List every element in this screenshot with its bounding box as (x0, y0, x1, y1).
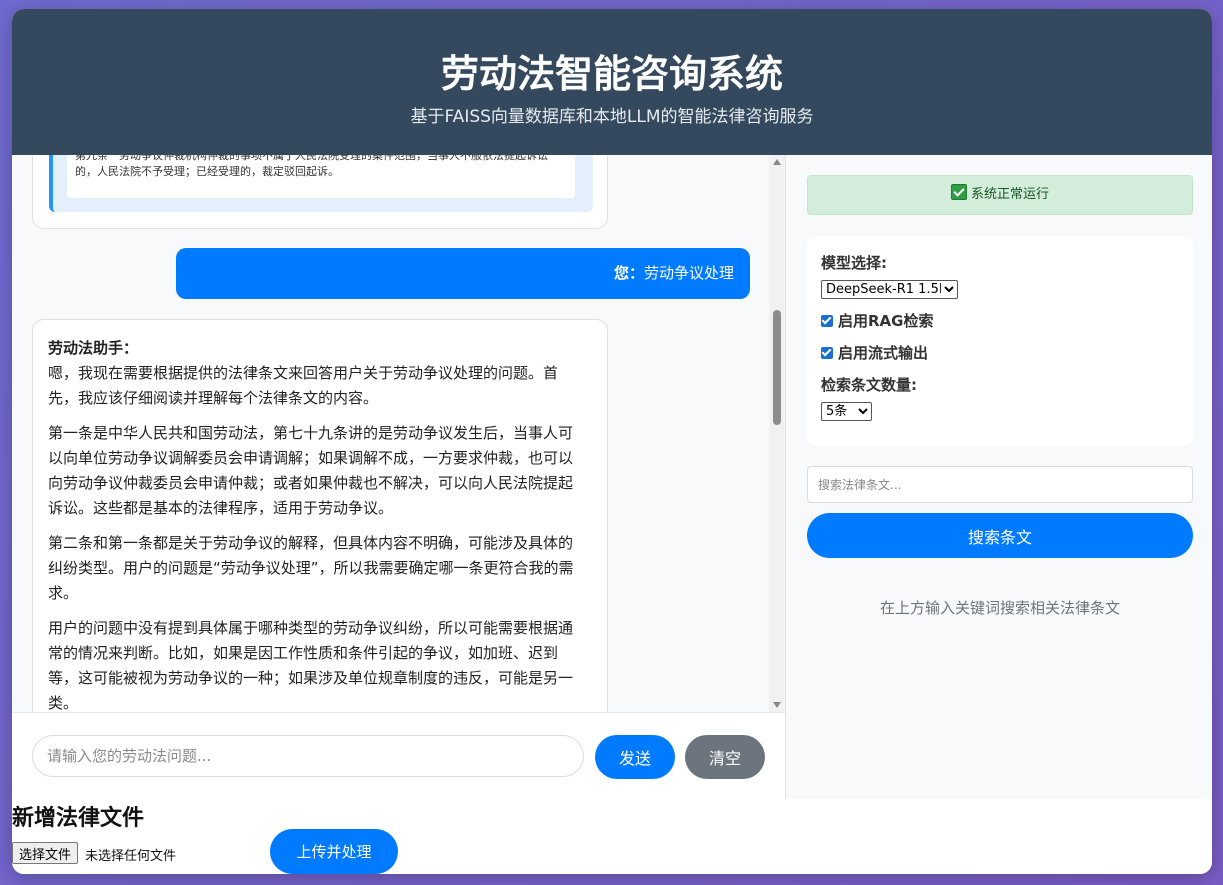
scroll-thumb[interactable] (773, 310, 781, 425)
reference-text: 第九条 劳动争议仲裁机构仲裁的事项不属于人民法院受理的案件范围，当事人不服依法提… (67, 155, 575, 198)
law-search-input[interactable] (807, 466, 1193, 503)
bot-paragraph: 第二条和第一条都是关于劳动争议的解释，但具体内容不明确，可能涉及具体的纠纷类型。… (48, 534, 574, 602)
bot-paragraph: 嗯，我现在需要根据提供的法律条文来回答用户关于劳动争议处理的问题。首先，我应该仔… (48, 364, 559, 407)
reference-law-text: 第九条 劳动争议仲裁机构仲裁的事项不属于人民法院受理的案件范围，当事人不服依法提… (75, 155, 548, 178)
settings-panel: 模型选择: DeepSeek-R1 1.5B 启用RAG检索 启用流式输出 检索… (807, 236, 1193, 446)
clear-button[interactable]: 清空 (685, 735, 765, 779)
upload-button[interactable]: 上传并处理 (270, 829, 398, 874)
file-status: 未选择任何文件 (85, 849, 177, 864)
search-hint: 在上方输入关键词搜索相关法律条文 (879, 599, 1120, 617)
sidebar: 系统正常运行 模型选择: DeepSeek-R1 1.5B 启用RAG检索 启用… (785, 155, 1212, 799)
scroll-down-arrow-icon[interactable] (773, 702, 781, 708)
chat-scrollbar[interactable] (769, 155, 785, 712)
bot-paragraph: 用户的问题中没有提到具体属于哪种类型的劳动争议纠纷，所以可能需要根据通常的情况来… (48, 619, 574, 712)
page-title: 劳动法智能咨询系统 (440, 52, 783, 96)
status-badge: 系统正常运行 (807, 175, 1193, 215)
rag-checkbox[interactable]: 启用RAG检索 (821, 310, 933, 331)
count-select[interactable]: 5条 (821, 402, 872, 421)
user-message-text: 劳动争议处理 (643, 264, 734, 282)
rag-label: 启用RAG检索 (838, 312, 934, 330)
user-speaker: 您： (613, 264, 644, 282)
bot-speaker: 劳动法助手： (48, 339, 139, 357)
header: 劳动法智能咨询系统 基于FAISS向量数据库和本地LLM的智能法律咨询服务 (12, 9, 1212, 155)
page-subtitle: 基于FAISS向量数据库和本地LLM的智能法律咨询服务 (410, 107, 814, 127)
stream-label: 启用流式输出 (838, 344, 929, 362)
stream-checkbox[interactable]: 启用流式输出 (821, 342, 928, 363)
chat-input-bar: 发送 清空 (12, 712, 785, 800)
model-select[interactable]: DeepSeek-R1 1.5B (821, 280, 958, 299)
user-message: 您：劳动争议处理 (176, 248, 750, 299)
choose-file-button[interactable]: 选择文件 (12, 842, 79, 864)
check-icon (950, 184, 967, 200)
bot-message-previous: 第九条 劳动争议仲裁机构仲裁的事项不属于人民法院受理的案件范围，当事人不服依法提… (32, 155, 608, 229)
bot-paragraph: 第一条是中华人民共和国劳动法，第七十九条讲的是劳动争议发生后，当事人可以向单位劳… (48, 424, 574, 517)
bot-message: 劳动法助手： 嗯，我现在需要根据提供的法律条文来回答用户关于劳动争议处理的问题。… (32, 319, 608, 712)
upload-title: 新增法律文件 (12, 806, 145, 831)
status-text: 系统正常运行 (970, 187, 1049, 202)
scroll-up-arrow-icon[interactable] (773, 159, 781, 165)
checkbox-checked-icon[interactable] (821, 347, 833, 359)
app-window: 劳动法智能咨询系统 基于FAISS向量数据库和本地LLM的智能法律咨询服务 第九… (12, 9, 1212, 874)
upload-section: 新增法律文件 选择文件 未选择任何文件 上传并处理 (12, 799, 1212, 874)
search-button[interactable]: 搜索条文 (807, 513, 1193, 558)
reference-block: 第九条 劳动争议仲裁机构仲裁的事项不属于人民法院受理的案件范围，当事人不服依法提… (49, 155, 593, 212)
chat-input[interactable] (32, 735, 584, 777)
send-button[interactable]: 发送 (595, 735, 675, 779)
chat-messages[interactable]: 第九条 劳动争议仲裁机构仲裁的事项不属于人民法院受理的案件范围，当事人不服依法提… (12, 155, 785, 712)
checkbox-checked-icon[interactable] (821, 315, 833, 327)
count-label: 检索条文数量: (821, 376, 917, 394)
model-label: 模型选择: (821, 254, 887, 272)
